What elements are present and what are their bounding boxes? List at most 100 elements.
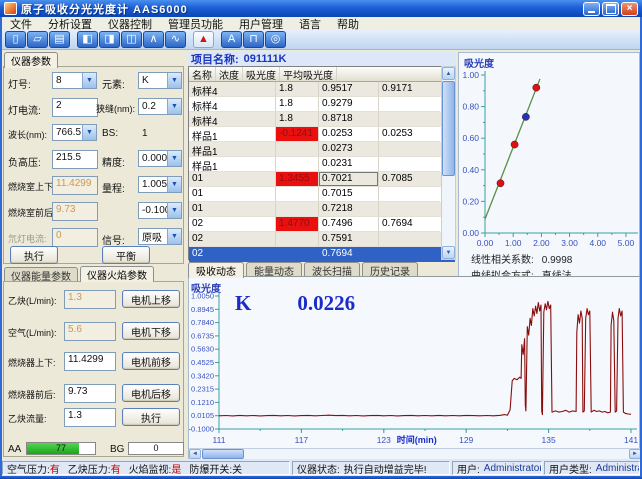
- open-project-button[interactable]: ▱: [27, 31, 48, 48]
- table-row[interactable]: 样品1 -0.1241 0.0253 0.0253: [189, 127, 455, 142]
- flow-label: 乙炔流量:: [8, 412, 47, 425]
- minimize-button[interactable]: [583, 2, 600, 16]
- table-row[interactable]: 标样4 1.8 0.9517 0.9171: [189, 82, 455, 97]
- flow-field[interactable]: 1.3: [64, 408, 116, 427]
- table-row[interactable]: 标样4 1.8 0.9279: [189, 97, 455, 112]
- neg-hv-field[interactable]: 215.5: [52, 150, 98, 169]
- about-button[interactable]: ◎: [265, 31, 286, 48]
- table-row[interactable]: 标样4 1.8 0.8718: [189, 112, 455, 127]
- column-header[interactable]: 名称: [189, 67, 216, 81]
- element-select[interactable]: K▼: [138, 72, 182, 89]
- wavelength-select[interactable]: 766.5▼: [52, 124, 97, 141]
- tab-instrument-params[interactable]: 仪器参数: [4, 52, 58, 68]
- motor-up-button[interactable]: 电机上移: [122, 290, 180, 308]
- flame-execute-button[interactable]: 执行: [122, 408, 180, 426]
- precision-select[interactable]: 0.0000▼: [138, 150, 182, 167]
- cell-concentration: [276, 157, 319, 172]
- scroll-left-icon[interactable]: ◄: [189, 449, 201, 459]
- cell-name: 01: [189, 187, 276, 202]
- autosampler-button[interactable]: A: [221, 31, 242, 48]
- svg-text:时间(min): 时间(min): [397, 434, 437, 445]
- scroll-up-icon[interactable]: ▲: [442, 67, 455, 80]
- flame-ignite-button[interactable]: ▲: [193, 31, 214, 48]
- table-row[interactable]: 02 0.7591: [189, 232, 455, 247]
- scrollbar-thumb[interactable]: [442, 81, 455, 176]
- table-row[interactable]: 01 0.7015: [189, 187, 455, 202]
- app-icon: [4, 2, 17, 15]
- tab-energy-dynamics[interactable]: 能量动态: [246, 262, 302, 277]
- cell-concentration: [276, 142, 319, 157]
- cell-concentration: -0.1241: [276, 127, 319, 142]
- svg-text:3.00: 3.00: [561, 238, 578, 248]
- motor-back-button[interactable]: 电机后移: [122, 384, 180, 402]
- maximize-button[interactable]: [602, 2, 619, 16]
- table-row[interactable]: 02 1.4770 0.7496 0.7694: [189, 217, 455, 232]
- flame-icon: ▲: [198, 34, 209, 45]
- lamp-3-button[interactable]: ◫: [121, 31, 142, 48]
- cell-name: 标样4: [189, 82, 276, 97]
- lamp-no-label: 灯号:: [8, 76, 31, 91]
- scrollbar-thumb[interactable]: [202, 449, 244, 459]
- motor-forward-button[interactable]: 电机前移: [122, 352, 180, 370]
- air-field: 5.6: [64, 322, 116, 341]
- title-bar[interactable]: 原子吸收分光光度计 AAS6000 ×: [0, 0, 642, 17]
- burner-fb-label: 燃烧室前后:: [8, 206, 56, 219]
- range-select[interactable]: 1.0050▼: [138, 176, 182, 193]
- cell-average-absorbance: 0.9171: [379, 82, 440, 97]
- table-row[interactable]: 02 0.7694: [189, 247, 455, 262]
- bs-value: 1: [142, 128, 148, 139]
- signal-monitor-button[interactable]: ∿: [165, 31, 186, 48]
- scroll-down-icon[interactable]: ▼: [442, 246, 455, 259]
- tab-wavelength-scan[interactable]: 波长扫描: [304, 262, 360, 277]
- table-row[interactable]: 样品1 0.0231: [189, 157, 455, 172]
- svg-text:129: 129: [459, 435, 473, 445]
- execute-button[interactable]: 执行: [10, 246, 58, 264]
- dropdown-arrow-icon: ▼: [167, 99, 181, 114]
- tab-history[interactable]: 历史记录: [362, 262, 418, 277]
- tab-energy-params[interactable]: 仪器能量参数: [4, 267, 78, 282]
- lamp-icon: ◧: [82, 34, 92, 45]
- column-header[interactable]: 吸光度: [243, 67, 280, 81]
- burner-updown-label: 燃烧器上下:: [8, 356, 56, 369]
- offset-select[interactable]: -0.1000▼: [138, 202, 182, 219]
- lamp-1-button[interactable]: ◧: [77, 31, 98, 48]
- table-row[interactable]: 01 1.3455 0.7021 0.7085: [189, 172, 455, 187]
- signal-select[interactable]: 原吸▼: [138, 228, 182, 245]
- balance-button[interactable]: ⊓: [243, 31, 264, 48]
- burner-frontback-field[interactable]: 9.73: [64, 384, 116, 403]
- table-vertical-scrollbar[interactable]: ▲ ▼: [441, 66, 456, 260]
- balance-button[interactable]: 平衡: [102, 246, 150, 264]
- lamp-no-select[interactable]: 8▼: [52, 72, 97, 89]
- cell-absorbance: 0.7694: [319, 247, 379, 262]
- open-folder-icon: ▱: [33, 34, 41, 45]
- column-header[interactable]: 浓度: [216, 67, 243, 81]
- table-row[interactable]: 样品1 0.0273: [189, 142, 455, 157]
- cell-concentration: [276, 202, 319, 217]
- cell-name: 01: [189, 172, 276, 187]
- project-name-bar: 项目名称: 091111K: [188, 52, 456, 66]
- svg-text:2.00: 2.00: [533, 238, 550, 248]
- burner-updown-field[interactable]: 11.4299: [64, 352, 116, 371]
- lamp-icon: ◨: [104, 34, 114, 45]
- tab-absorbance-dynamics[interactable]: 吸收动态: [188, 262, 244, 278]
- lamp-icon: ◫: [126, 34, 136, 45]
- svg-text:117: 117: [295, 435, 309, 445]
- save-button[interactable]: ▤: [49, 31, 70, 48]
- acetylene-label: 乙炔(L/min):: [8, 294, 57, 307]
- new-file-button[interactable]: ▯: [5, 31, 26, 48]
- neg-hv-label: 负高压:: [8, 154, 41, 169]
- close-button[interactable]: ×: [621, 2, 638, 16]
- slit-label: 狭缝(nm):: [96, 102, 135, 115]
- results-table: 名称浓度吸光度平均吸光度 标样4 1.8 0.9517 0.9171 标样4 1…: [188, 66, 456, 260]
- dynamics-horizontal-scrollbar[interactable]: ◄ ►: [189, 448, 641, 459]
- motor-down-button[interactable]: 电机下移: [122, 322, 180, 340]
- lamp-current-field[interactable]: 2: [52, 98, 98, 117]
- column-header[interactable]: 平均吸光度: [280, 67, 337, 81]
- wavelength-scan-button[interactable]: ∧: [143, 31, 164, 48]
- svg-text:0.4525: 0.4525: [191, 358, 214, 367]
- table-row[interactable]: 01 0.7218: [189, 202, 455, 217]
- tab-flame-params[interactable]: 仪器火焰参数: [80, 266, 154, 282]
- lamp-2-button[interactable]: ◨: [99, 31, 120, 48]
- new-file-icon: ▯: [12, 34, 18, 45]
- slit-select[interactable]: 0.2▼: [138, 98, 182, 115]
